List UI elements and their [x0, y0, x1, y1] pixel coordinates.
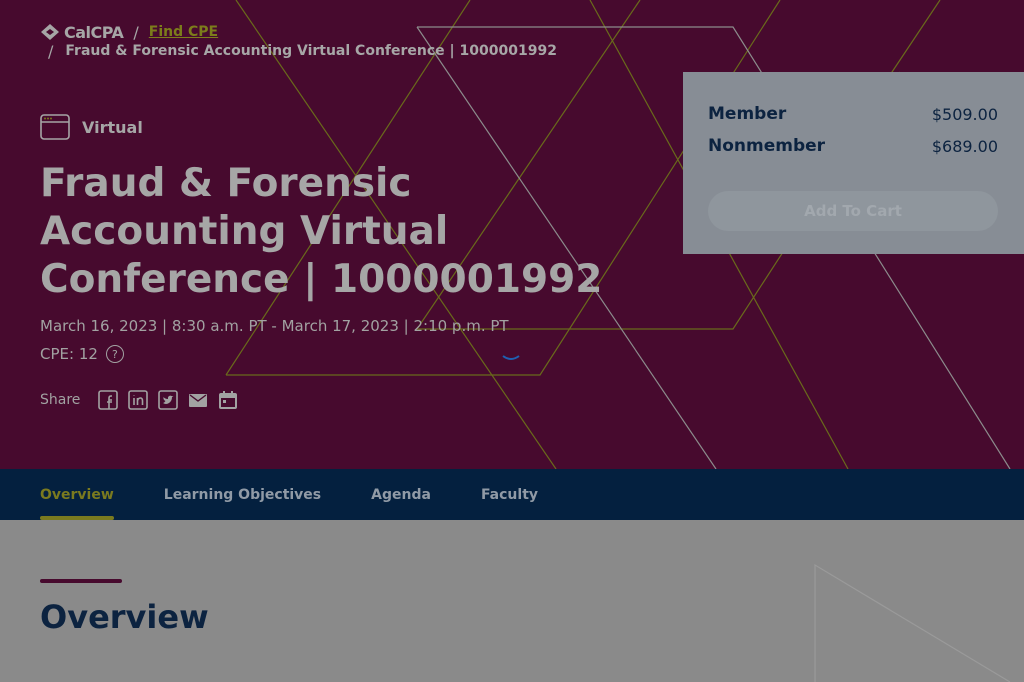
breadcrumb-separator: / — [133, 22, 139, 42]
tab-label: Faculty — [480, 486, 539, 503]
member-label: Member — [708, 104, 787, 124]
cpe-label: CPE: 12 — [40, 345, 98, 363]
tab-label: Agenda — [371, 486, 431, 503]
calcpa-logo-icon — [41, 24, 59, 40]
cpe-credits: CPE: 12 ? — [40, 345, 124, 363]
nonmember-price: $689.00 — [931, 136, 998, 156]
nonmember-label: Nonmember — [708, 136, 826, 156]
pricing-card: Member $509.00 Nonmember $689.00 Add To … — [683, 72, 1024, 254]
page-title: Fraud & Forensic Accounting Virtual Conf… — [40, 161, 603, 302]
facebook-icon[interactable] — [98, 390, 119, 410]
share-label: Share — [40, 392, 81, 408]
loading-spinner-icon — [502, 355, 520, 360]
tab-overview[interactable]: Overview — [40, 469, 114, 520]
tab-learning-objectives[interactable]: Learning Objectives — [164, 469, 321, 520]
twitter-icon[interactable] — [158, 390, 179, 410]
member-price: $509.00 — [931, 104, 998, 124]
tab-label: Learning Objectives — [163, 486, 322, 503]
format-label: Virtual — [82, 117, 143, 137]
tab-label: Overview — [40, 486, 114, 503]
tab-agenda[interactable]: Agenda — [371, 469, 431, 520]
help-icon[interactable]: ? — [105, 345, 124, 363]
event-dates: March 16, 2023 | 8:30 a.m. PT - March 17… — [40, 317, 509, 335]
logo-text: CalCPA — [64, 22, 124, 42]
linkedin-icon[interactable] — [128, 390, 149, 410]
help-glyph: ? — [111, 347, 118, 361]
breadcrumb: CalCPA / Find CPE / Fraud & Forensic Acc… — [40, 22, 557, 61]
member-price-row: Member $509.00 — [708, 98, 998, 130]
find-cpe-link[interactable]: Find CPE — [149, 24, 218, 40]
email-icon[interactable] — [188, 390, 208, 410]
breadcrumb-separator: / — [48, 41, 54, 61]
calcpa-logo[interactable]: CalCPA — [40, 22, 124, 42]
overview-heading: Overview — [40, 598, 209, 636]
add-to-cart-button[interactable]: Add To Cart — [708, 191, 998, 231]
nonmember-price-row: Nonmember $689.00 — [708, 130, 998, 162]
share-bar: Share — [40, 390, 238, 410]
event-hero: CalCPA / Find CPE / Fraud & Forensic Acc… — [0, 0, 1024, 469]
overview-rule — [40, 579, 122, 583]
calendar-icon[interactable] — [218, 390, 238, 410]
event-tabs: Overview Learning Objectives Agenda Facu… — [0, 469, 1024, 520]
browser-window-icon — [40, 114, 70, 140]
tab-faculty[interactable]: Faculty — [481, 469, 538, 520]
event-format: Virtual — [40, 114, 143, 140]
breadcrumb-current: Fraud & Forensic Accounting Virtual Conf… — [65, 43, 557, 59]
